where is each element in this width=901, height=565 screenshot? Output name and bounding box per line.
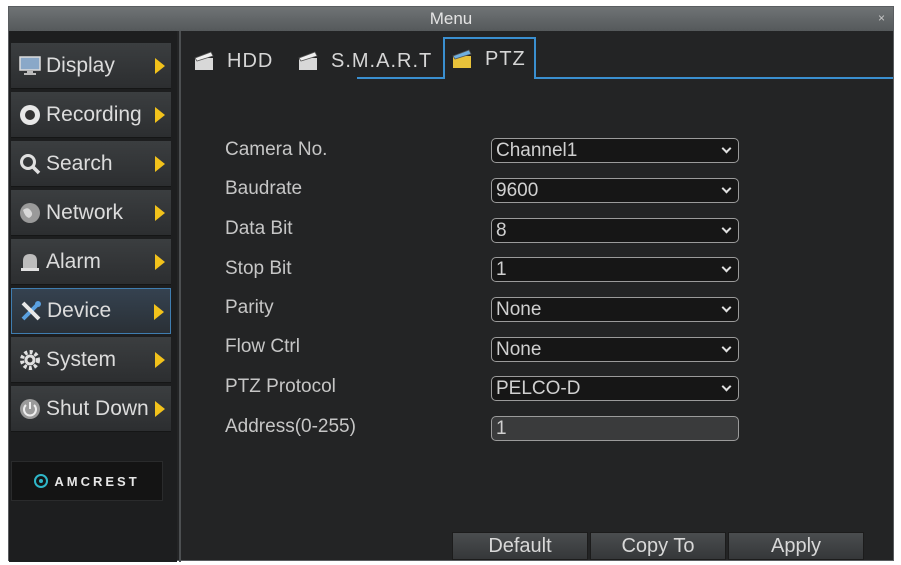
arrow-right-icon	[155, 205, 165, 221]
camera-no-label: Camera No.	[225, 139, 328, 160]
select-value: 8	[496, 220, 507, 241]
default-button[interactable]: Default	[452, 532, 588, 560]
close-icon[interactable]: ×	[878, 7, 885, 29]
baudrate-label: Baudrate	[225, 178, 303, 199]
sidebar-item-label: System	[46, 347, 117, 371]
select-value: PELCO-D	[496, 378, 581, 399]
address-label: Address(0-255)	[225, 416, 356, 437]
flow-ctrl-select[interactable]: None	[491, 337, 739, 362]
sidebar-item-label: Network	[46, 200, 124, 224]
baudrate-select[interactable]: 9600	[491, 178, 739, 203]
clapper-icon	[194, 51, 214, 70]
tab-label: HDD	[227, 49, 274, 72]
bell-icon	[17, 249, 43, 275]
clapper-icon	[298, 51, 318, 70]
sidebar-item-system[interactable]: System	[11, 337, 171, 383]
tab-ptz[interactable]: PTZ	[443, 37, 536, 79]
tab-hdd[interactable]: HDD	[193, 43, 273, 79]
sidebar-item-display[interactable]: Display	[11, 43, 171, 89]
power-icon	[17, 396, 43, 422]
sidebar-item-recording[interactable]: Recording	[11, 92, 171, 138]
clapper-icon	[452, 49, 472, 68]
window-title: Menu	[429, 9, 473, 28]
chevron-down-icon	[721, 262, 732, 273]
arrow-right-icon	[155, 107, 165, 123]
tab-bar: HDD S.M.A.R.T PTZ	[181, 31, 895, 79]
sidebar-divider	[179, 31, 181, 562]
chevron-down-icon	[721, 302, 732, 313]
logo-mark-icon	[34, 474, 49, 488]
menu-window: Menu × Display Recording Search Network …	[8, 6, 895, 562]
apply-button[interactable]: Apply	[728, 532, 864, 560]
select-value: 1	[496, 259, 507, 280]
address-input[interactable]: 1	[491, 416, 739, 441]
arrow-right-icon	[155, 352, 165, 368]
select-value: 9600	[496, 180, 539, 201]
parity-select[interactable]: None	[491, 297, 739, 322]
ptz-protocol-label: PTZ Protocol	[225, 376, 336, 397]
arrow-right-icon	[155, 156, 165, 172]
camera-no-select[interactable]: Channel1	[491, 138, 739, 163]
sidebar-item-search[interactable]: Search	[11, 141, 171, 187]
sidebar-item-label: Search	[46, 151, 113, 175]
arrow-right-icon	[155, 401, 165, 417]
sidebar-item-label: Shut Down	[46, 396, 149, 420]
copy-to-button[interactable]: Copy To	[590, 532, 726, 560]
arrow-right-icon	[155, 58, 165, 74]
sidebar: Display Recording Search Network Alarm D…	[9, 31, 177, 562]
record-icon	[17, 102, 43, 128]
select-value: Channel1	[496, 140, 578, 161]
chevron-down-icon	[721, 183, 732, 194]
tab-label: PTZ	[485, 47, 526, 70]
amcrest-logo: AMCREST	[11, 461, 163, 501]
data-bit-select[interactable]: 8	[491, 218, 739, 243]
sidebar-item-network[interactable]: Network	[11, 190, 171, 236]
parity-label: Parity	[225, 297, 274, 318]
sidebar-item-label: Display	[46, 53, 115, 77]
sidebar-item-device[interactable]: Device	[11, 288, 171, 334]
ptz-protocol-select[interactable]: PELCO-D	[491, 376, 739, 401]
globe-icon	[17, 200, 43, 226]
sidebar-item-label: Device	[47, 299, 112, 322]
chevron-down-icon	[721, 342, 732, 353]
arrow-right-icon	[155, 254, 165, 270]
arrow-right-icon	[154, 304, 164, 320]
search-icon	[17, 151, 43, 177]
sidebar-item-shut-down[interactable]: Shut Down	[11, 386, 171, 432]
tab-underline	[357, 77, 893, 79]
monitor-icon	[17, 53, 43, 79]
select-value: None	[496, 339, 542, 360]
stop-bit-select[interactable]: 1	[491, 257, 739, 282]
title-bar: Menu ×	[9, 7, 893, 31]
sidebar-item-label: Recording	[46, 102, 142, 126]
tab-smart[interactable]: S.M.A.R.T	[297, 43, 432, 79]
flow-ctrl-label: Flow Ctrl	[225, 336, 300, 357]
logo-text: AMCREST	[54, 473, 140, 489]
select-value: None	[496, 299, 542, 320]
tab-label: S.M.A.R.T	[331, 49, 433, 72]
chevron-down-icon	[721, 381, 732, 392]
tools-icon	[18, 298, 44, 324]
data-bit-label: Data Bit	[225, 218, 293, 239]
chevron-down-icon	[721, 143, 732, 154]
chevron-down-icon	[721, 223, 732, 234]
stop-bit-label: Stop Bit	[225, 258, 292, 279]
gear-icon	[17, 347, 43, 373]
sidebar-item-alarm[interactable]: Alarm	[11, 239, 171, 285]
sidebar-item-label: Alarm	[46, 249, 101, 273]
